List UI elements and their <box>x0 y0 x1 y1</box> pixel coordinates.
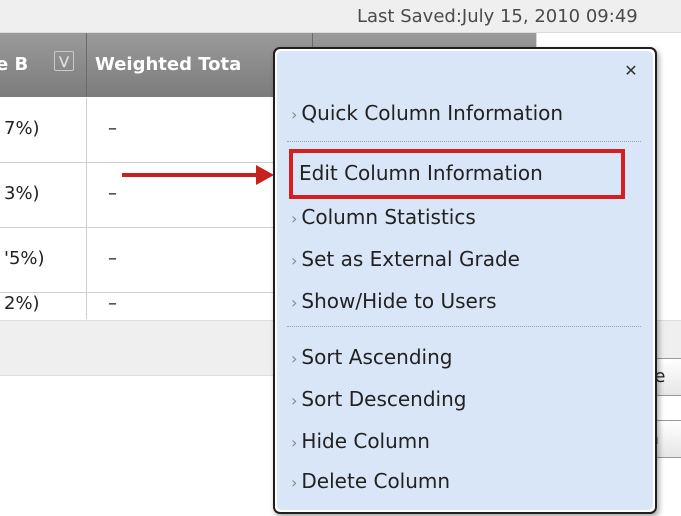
menu-item-label: Column Statistics <box>301 205 476 229</box>
column-context-menu: ✕ › Quick Column Information Edit Column … <box>273 47 657 514</box>
cell-divider <box>86 163 87 227</box>
annotation-arrow-head <box>256 165 274 185</box>
chevron-right-icon: › <box>291 349 298 368</box>
cell-divider <box>86 98 87 162</box>
column-header-b[interactable]: e B ⋁ <box>0 33 86 97</box>
chevron-right-icon: › <box>291 433 298 452</box>
menu-item-show-hide-to-users[interactable]: › Show/Hide to Users <box>291 289 497 313</box>
chevron-right-icon: › <box>291 391 298 410</box>
menu-item-label: Set as External Grade <box>301 247 520 271</box>
menu-divider <box>287 141 641 142</box>
menu-item-quick-column-information[interactable]: › Quick Column Information <box>291 101 563 125</box>
score-cell: 7%) <box>4 118 40 139</box>
menu-body: ✕ › Quick Column Information Edit Column … <box>277 51 653 510</box>
menu-item-label: Delete Column <box>301 469 451 493</box>
menu-item-set-as-external-grade[interactable]: › Set as External Grade <box>291 247 520 271</box>
chevron-right-icon: › <box>291 473 298 492</box>
sort-chevron-icon[interactable]: ⋁ <box>54 51 74 71</box>
top-status-bar: Last Saved:July 15, 2010 09:49 <box>0 0 681 33</box>
menu-divider <box>287 326 641 327</box>
menu-item-sort-ascending[interactable]: › Sort Ascending <box>291 345 452 369</box>
score-cell: 2%) <box>4 293 40 314</box>
menu-item-label: Sort Descending <box>301 387 467 411</box>
chevron-right-icon: › <box>291 251 298 270</box>
weighted-total-cell: – <box>108 248 117 269</box>
menu-item-column-statistics[interactable]: › Column Statistics <box>291 205 476 229</box>
score-cell: '5%) <box>4 248 45 269</box>
menu-item-label: Show/Hide to Users <box>301 289 497 313</box>
highlight-box <box>289 149 625 199</box>
column-header-label: e B <box>0 54 29 75</box>
score-cell: 3%) <box>4 183 40 204</box>
column-header-weighted-total[interactable]: Weighted Tota <box>87 33 287 97</box>
last-saved-text: Last Saved:July 15, 2010 09:49 <box>357 6 638 27</box>
menu-item-label: Quick Column Information <box>301 101 564 125</box>
menu-item-label: Sort Ascending <box>301 345 453 369</box>
close-icon[interactable]: ✕ <box>621 61 641 81</box>
menu-item-label: Hide Column <box>301 429 430 453</box>
menu-item-hide-column[interactable]: › Hide Column <box>291 429 430 453</box>
chevron-right-icon: › <box>291 209 298 228</box>
weighted-total-cell: – <box>108 118 117 139</box>
menu-item-delete-column[interactable]: › Delete Column <box>291 469 450 493</box>
chevron-right-icon: › <box>291 105 298 124</box>
cell-divider <box>86 228 87 292</box>
menu-item-sort-descending[interactable]: › Sort Descending <box>291 387 466 411</box>
column-header-label: Weighted Tota <box>95 54 242 75</box>
chevron-right-icon: › <box>291 293 298 312</box>
annotation-arrow-line <box>122 173 260 177</box>
weighted-total-cell: – <box>108 183 117 204</box>
cell-divider <box>86 293 87 319</box>
weighted-total-cell: – <box>108 293 117 314</box>
